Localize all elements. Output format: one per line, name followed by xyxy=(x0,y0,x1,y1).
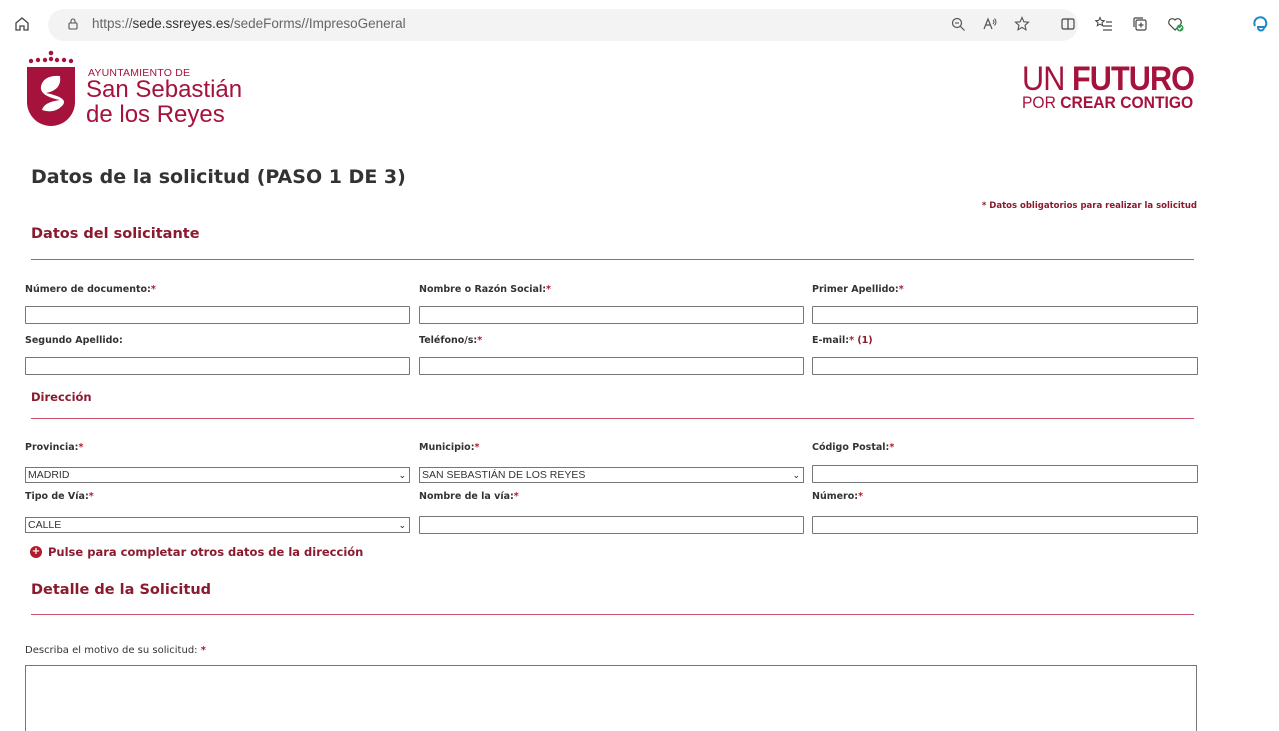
label-nombre: Nombre o Razón Social:* xyxy=(419,284,551,295)
home-icon[interactable] xyxy=(12,14,32,34)
tipo-via-select[interactable]: CALLE ⌄ xyxy=(25,517,410,533)
required-fields-note: * Datos obligatorios para realizar la so… xyxy=(981,201,1197,211)
favorite-star-icon[interactable] xyxy=(1012,14,1032,34)
zoom-icon[interactable] xyxy=(948,14,968,34)
browser-toolbar: https://sede.ssreyes.es/sedeForms//Impre… xyxy=(0,0,1279,50)
chevron-down-icon: ⌄ xyxy=(792,470,800,480)
label-email: E-mail:* (1) xyxy=(812,335,873,346)
plus-circle-icon: + xyxy=(30,546,42,558)
provincia-select[interactable]: MADRID ⌄ xyxy=(25,467,410,483)
provincia-selected-value: MADRID xyxy=(28,469,70,481)
lock-icon[interactable] xyxy=(63,14,83,34)
telefono-input[interactable] xyxy=(419,357,804,375)
collections-icon[interactable] xyxy=(1130,14,1150,34)
otros-datos-direccion-link[interactable]: + Pulse para completar otros datos de la… xyxy=(30,545,363,559)
label-nombre-via: Nombre de la vía:* xyxy=(419,491,519,502)
split-screen-icon[interactable] xyxy=(1058,14,1078,34)
nombre-input[interactable] xyxy=(419,306,804,324)
slogan-line2: POR CREAR CONTIGO xyxy=(1022,93,1194,112)
favorites-list-icon[interactable] xyxy=(1094,14,1114,34)
section-divider xyxy=(31,259,1194,260)
tipo-via-selected-value: CALLE xyxy=(28,519,62,531)
label-numero-documento: Número de documento:* xyxy=(25,284,156,295)
section-divider xyxy=(31,614,1194,615)
label-segundo-apellido: Segundo Apellido: xyxy=(25,335,123,346)
section-title-solicitante: Datos del solicitante xyxy=(31,226,200,242)
otros-datos-direccion-text: Pulse para completar otros datos de la d… xyxy=(48,545,364,559)
page-title: Datos de la solicitud (PASO 1 DE 3) xyxy=(31,166,406,188)
numero-documento-input[interactable] xyxy=(25,306,410,324)
municipio-select[interactable]: SAN SEBASTIÁN DE LOS REYES ⌄ xyxy=(419,467,804,483)
ayuntamiento-name-line2: de los Reyes xyxy=(86,101,225,128)
motivo-textarea[interactable] xyxy=(25,665,1197,731)
section-title-detalle: Detalle de la Solicitud xyxy=(31,582,212,598)
url-text[interactable]: https://sede.ssreyes.es/sedeForms//Impre… xyxy=(92,16,406,31)
ayuntamiento-logo[interactable] xyxy=(26,50,76,134)
ayuntamiento-name-line1: San Sebastián xyxy=(86,76,243,103)
section-divider xyxy=(31,418,1194,419)
read-aloud-icon[interactable] xyxy=(980,14,1000,34)
label-codigo-postal: Código Postal:* xyxy=(812,442,895,453)
label-numero: Número:* xyxy=(812,491,864,502)
primer-apellido-input[interactable] xyxy=(812,306,1198,324)
label-motivo: Describa el motivo de su solicitud: * xyxy=(25,645,206,656)
browser-essentials-icon[interactable] xyxy=(1166,14,1186,34)
nombre-via-input[interactable] xyxy=(419,516,804,534)
edge-icon[interactable] xyxy=(1250,14,1270,34)
numero-input[interactable] xyxy=(812,516,1198,534)
chevron-down-icon: ⌄ xyxy=(398,520,406,530)
label-municipio: Municipio:* xyxy=(419,442,480,453)
segundo-apellido-input[interactable] xyxy=(25,357,410,375)
label-provincia: Provincia:* xyxy=(25,442,84,453)
chevron-down-icon: ⌄ xyxy=(398,470,406,480)
email-input[interactable] xyxy=(812,357,1198,375)
municipio-selected-value: SAN SEBASTIÁN DE LOS REYES xyxy=(422,469,586,481)
section-title-direccion: Dirección xyxy=(31,390,92,404)
label-tipo-via: Tipo de Vía:* xyxy=(25,491,94,502)
label-telefono: Teléfono/s:* xyxy=(419,335,483,346)
label-primer-apellido: Primer Apellido:* xyxy=(812,284,904,295)
codigo-postal-input[interactable] xyxy=(812,465,1198,483)
